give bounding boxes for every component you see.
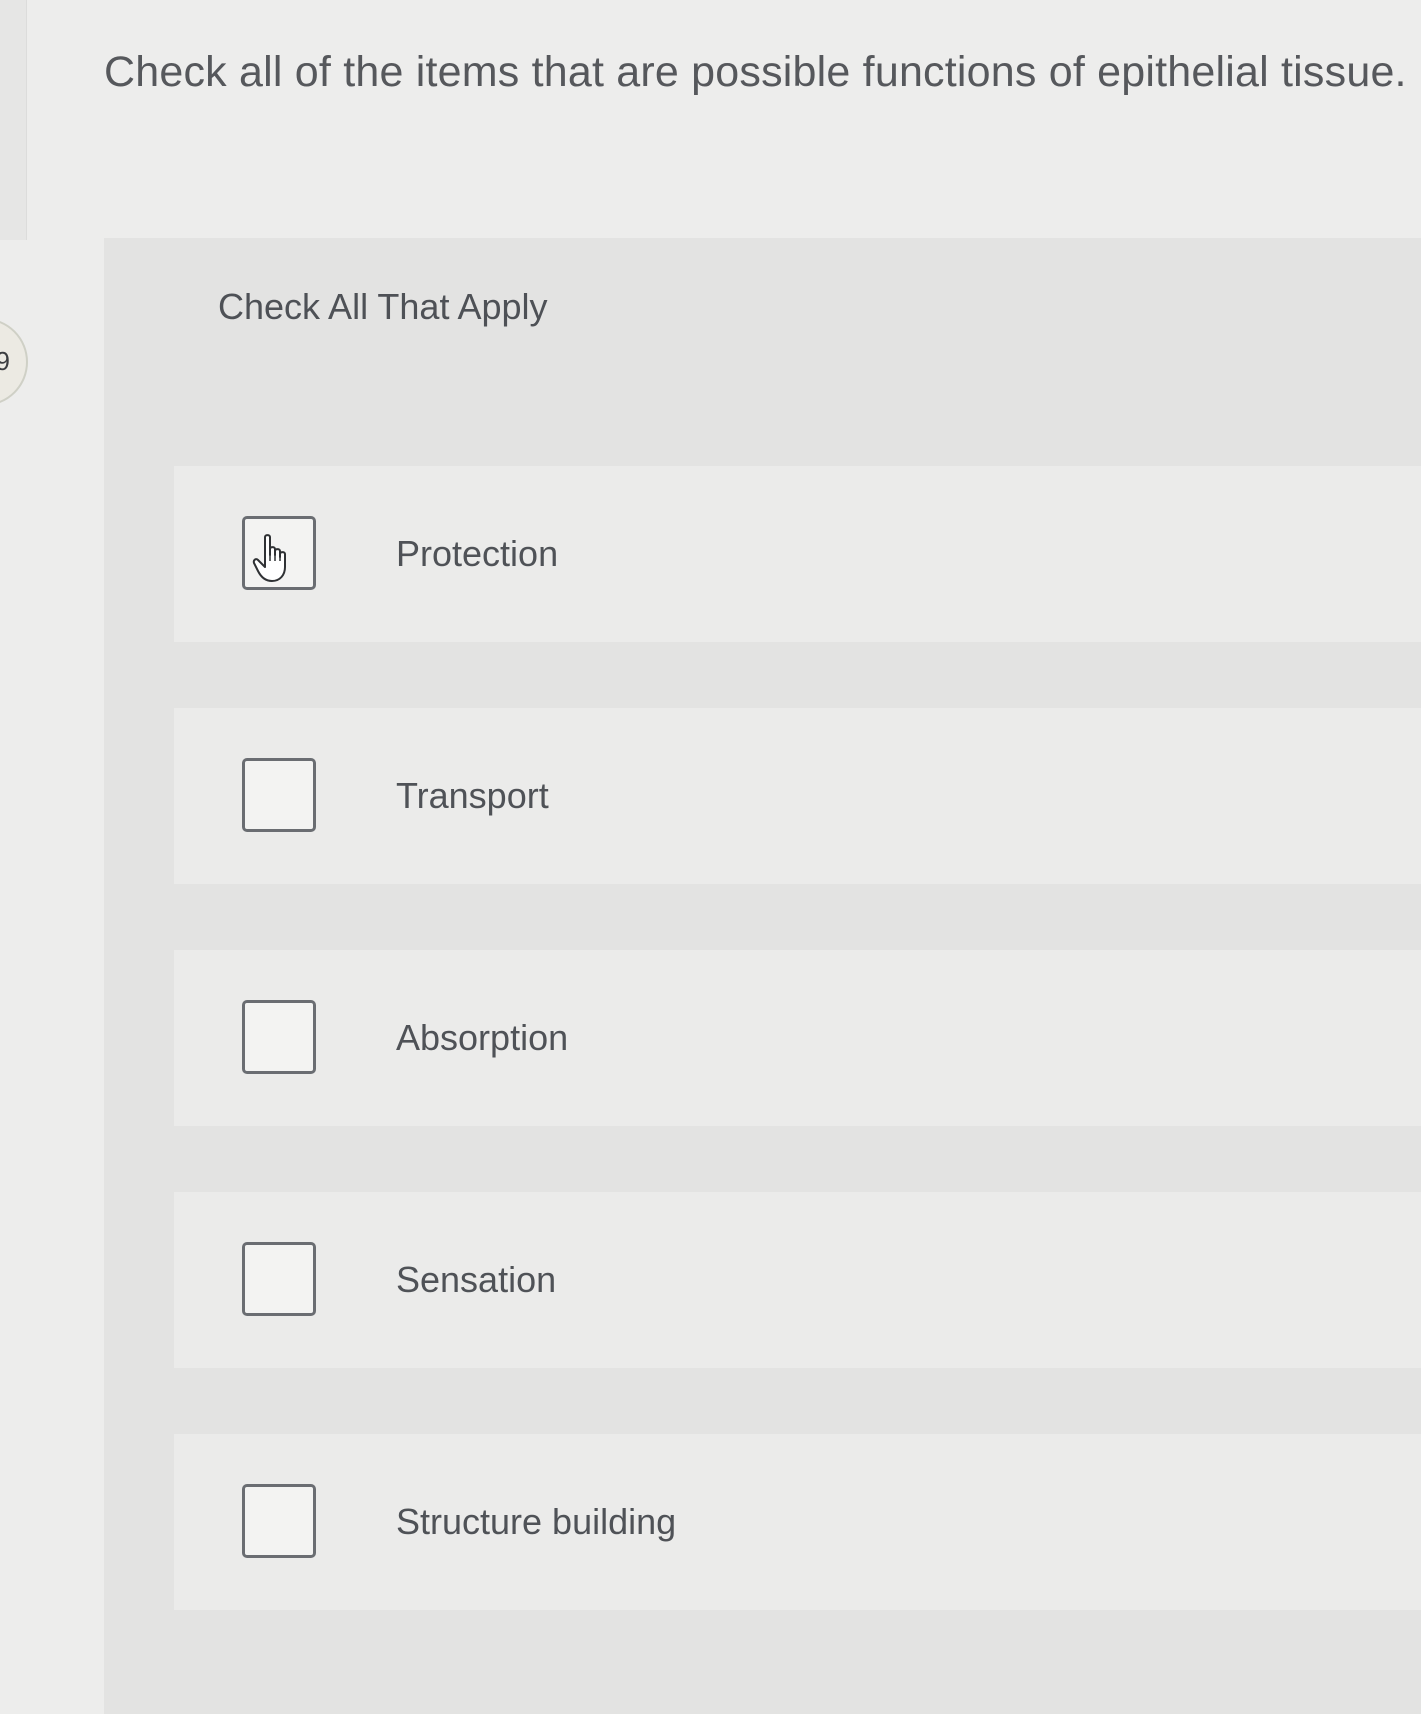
checkbox-structure-building[interactable] (242, 1484, 316, 1558)
left-rail (0, 0, 27, 240)
checkbox-protection[interactable] (242, 516, 316, 590)
checkbox-transport[interactable] (242, 758, 316, 832)
check-all-that-apply-label: Check All That Apply (218, 286, 548, 327)
question-prompt: Check all of the items that are possible… (104, 48, 1407, 96)
option-label-protection: Protection (396, 533, 559, 574)
option-transport[interactable]: Transport (174, 708, 1421, 884)
option-label-structure-building: Structure building (396, 1501, 677, 1542)
option-label-transport: Transport (396, 775, 549, 816)
option-label-absorption: Absorption (396, 1017, 569, 1058)
question-number-bubble[interactable]: 9 (0, 318, 28, 406)
option-label-sensation: Sensation (396, 1259, 557, 1300)
question-number-text: 9 (0, 346, 10, 376)
option-absorption[interactable]: Absorption (174, 950, 1421, 1126)
option-sensation[interactable]: Sensation (174, 1192, 1421, 1368)
options-list: Protection Transport Absorption Sensatio… (174, 466, 1421, 1676)
answer-panel: Check All That Apply Protection Transpor… (104, 238, 1421, 1714)
checkbox-sensation[interactable] (242, 1242, 316, 1316)
checkbox-absorption[interactable] (242, 1000, 316, 1074)
option-structure-building[interactable]: Structure building (174, 1434, 1421, 1610)
option-protection[interactable]: Protection (174, 466, 1421, 642)
hand-pointer-cursor-icon (252, 534, 286, 582)
panel-header: Check All That Apply (104, 238, 1421, 378)
